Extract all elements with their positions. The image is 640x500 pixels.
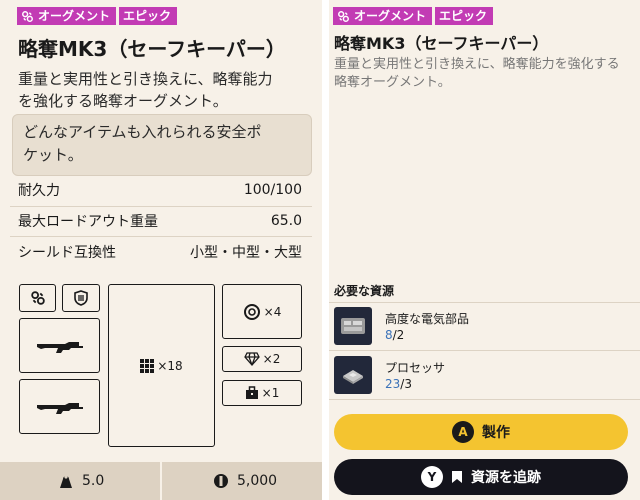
stat-value: 65.0	[270, 213, 302, 229]
resource-row[interactable]: プロセッサ 23/3	[334, 353, 634, 397]
item-title: 略奪MK3（セーフキーパー）	[18, 37, 286, 61]
safe-pocket-icon	[243, 303, 260, 320]
stat-label: シールド互換性	[18, 245, 116, 261]
craft-label: 製作	[482, 425, 510, 441]
resource-owned: 23	[385, 377, 401, 391]
weight-value: 5.0	[82, 473, 105, 489]
tag-type-label: オーグメント	[38, 9, 111, 23]
tag-type-label: オーグメント	[354, 9, 427, 23]
divider	[160, 462, 162, 500]
tag-augment: オーグメント	[333, 7, 433, 25]
stat-row-shield: シールド互換性 小型・中型・大型	[18, 238, 302, 266]
item-description: 重量と実用性と引き換えに、略奪能力を強化する 略奪オーグメント。	[334, 57, 620, 90]
weight-display: 5.0	[58, 462, 104, 500]
weight-icon	[60, 475, 72, 488]
divider	[329, 399, 640, 400]
stat-value: 100/100	[243, 182, 302, 198]
resource-count: 23/3	[385, 377, 412, 391]
resource-needed: /3	[400, 377, 412, 391]
gem-count: ×2	[262, 352, 281, 366]
gem-slot[interactable]: ×2	[222, 346, 302, 372]
y-button-icon: Y	[421, 466, 443, 488]
safe-pocket-count: ×4	[263, 304, 282, 319]
crafting-panel: オーグメント エピック 略奪MK3（セーフキーパー） 重量と実用性と引き換えに、…	[329, 0, 640, 500]
requirements-title: 必要な資源	[334, 284, 395, 298]
augment-icon	[22, 10, 33, 22]
case-slot[interactable]: ×1	[222, 380, 302, 406]
case-count: ×1	[261, 386, 280, 400]
weapon-slot-1[interactable]	[19, 318, 100, 373]
track-label: 資源を追跡	[471, 470, 541, 486]
a-button-icon: A	[452, 421, 474, 443]
price-display: 5,000	[213, 462, 277, 500]
stat-label: 最大ロードアウト重量	[18, 214, 158, 230]
item-footer: 5.0 5,000	[0, 462, 322, 500]
item-title: 略奪MK3（セーフキーパー）	[334, 34, 549, 53]
augment-icon	[30, 291, 45, 305]
augment-icon	[338, 10, 349, 22]
price-value: 5,000	[237, 473, 278, 489]
stat-row-durability: 耐久力 100/100	[18, 176, 302, 204]
divider	[10, 236, 312, 237]
resource-name: プロセッサ	[385, 361, 446, 375]
stat-row-max-weight: 最大ロードアウト重量 65.0	[18, 207, 302, 235]
bookmark-icon	[452, 471, 462, 483]
divider	[329, 302, 640, 303]
grid-icon	[140, 358, 155, 373]
shield-icon	[74, 290, 88, 306]
weapon-slot-2[interactable]	[19, 379, 100, 434]
divider	[329, 350, 640, 351]
backpack-count: ×18	[157, 358, 183, 373]
resource-count: 8/2	[385, 328, 404, 342]
rifle-icon	[36, 402, 83, 414]
resource-needed: /2	[392, 328, 405, 342]
shield-slot[interactable]	[62, 284, 100, 312]
tag-rarity: エピック	[119, 7, 178, 25]
rifle-icon	[36, 341, 83, 353]
item-tags: オーグメント エピック	[17, 7, 178, 25]
item-description: 重量と実用性と引き換えに、略奪能力 を強化する略奪オーグメント。	[18, 70, 273, 110]
tag-augment: オーグメント	[17, 7, 117, 25]
case-icon	[245, 386, 258, 399]
track-resources-button[interactable]: Y 資源を追跡	[334, 459, 628, 495]
tag-rarity: エピック	[435, 7, 494, 25]
resource-row[interactable]: 高度な電気部品 8/2	[334, 304, 634, 348]
gem-icon	[243, 352, 260, 366]
resource-name: 高度な電気部品	[385, 312, 470, 326]
item-detail-panel: オーグメント エピック 略奪MK3（セーフキーパー） 重量と実用性と引き換えに、…	[0, 0, 322, 500]
backpack-slot[interactable]: ×18	[108, 284, 215, 447]
stat-label: 耐久力	[18, 183, 60, 199]
item-tags: オーグメント エピック	[333, 7, 494, 25]
item-flavor-text: どんなアイテムも入れられる安全ポ ケット。	[12, 114, 312, 176]
augment-slot[interactable]	[19, 284, 56, 312]
safe-pocket-slot[interactable]: ×4	[222, 284, 302, 339]
craft-button[interactable]: A 製作	[334, 414, 628, 450]
stat-value: 小型・中型・大型	[190, 245, 302, 261]
coin-icon	[214, 474, 228, 488]
processor-icon	[334, 356, 372, 394]
tag-rarity-label: エピック	[439, 9, 488, 23]
electrical-parts-icon	[334, 307, 372, 345]
tag-rarity-label: エピック	[123, 9, 172, 23]
resource-owned: 8	[385, 328, 393, 342]
